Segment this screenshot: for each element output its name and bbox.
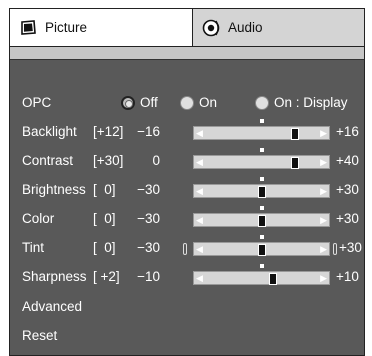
speaker-icon [202, 19, 220, 37]
opc-off-label: Off [140, 95, 158, 110]
left-arrow-icon: ◀ [196, 244, 203, 254]
color-slider[interactable]: ◀ ▶ [193, 206, 330, 227]
tint-slider[interactable]: ◀ ▶ [193, 235, 330, 256]
center-mark [259, 264, 264, 268]
menu-item-advanced[interactable]: Advanced [10, 296, 364, 318]
sharpness-label: Sharpness [22, 269, 87, 284]
brightness-slider[interactable]: ◀ ▶ [193, 177, 330, 198]
backlight-max: +16 [336, 124, 359, 139]
tint-row: Tint [ 0] −30 ◀ ▶ +30 [10, 235, 364, 259]
contrast-row: Contrast [+30] 0 ◀ ▶ +40 [10, 148, 364, 172]
menu-item-reset[interactable]: Reset [10, 325, 364, 347]
reset-label: Reset [22, 328, 58, 343]
tv-icon [19, 19, 37, 37]
center-mark [259, 148, 264, 152]
right-arrow-icon: ▶ [320, 186, 327, 196]
backlight-slider[interactable]: ◀ ▶ [193, 119, 330, 140]
right-arrow-icon: ▶ [320, 128, 327, 138]
center-mark [259, 177, 264, 181]
picture-settings-menu: Picture Audio OPC Off On On : Display Ba… [9, 8, 365, 356]
left-arrow-icon: ◀ [196, 157, 203, 167]
opc-off-radio[interactable]: Off [121, 95, 158, 110]
color-preset: [ 0] [93, 211, 116, 226]
opc-label: OPC [22, 95, 52, 110]
radio-unselected-icon [180, 95, 194, 110]
backlight-row: Backlight [+12] −16 ◀ ▶ +16 [10, 119, 364, 143]
tab-picture[interactable]: Picture [10, 9, 193, 46]
center-mark [259, 119, 264, 123]
sharpness-preset: [ +2] [93, 269, 120, 284]
radio-selected-icon [121, 95, 135, 110]
color-max: +30 [336, 211, 359, 226]
contrast-preset: [+30] [93, 153, 124, 168]
right-arrow-icon: ▶ [320, 244, 327, 254]
backlight-preset: [+12] [93, 124, 124, 139]
opc-on-display-label: On : Display [274, 95, 348, 110]
brightness-preset: [ 0] [93, 182, 116, 197]
opc-on-display-radio[interactable]: On : Display [255, 95, 348, 110]
right-arrow-icon: ▶ [320, 157, 327, 167]
brightness-label: Brightness [22, 182, 86, 197]
right-arrow-icon: ▶ [320, 215, 327, 225]
backlight-value: −16 [137, 124, 160, 139]
sharpness-max: +10 [336, 269, 359, 284]
tint-preset: [ 0] [93, 240, 116, 255]
color-label: Color [22, 211, 55, 226]
contrast-slider[interactable]: ◀ ▶ [193, 148, 330, 169]
opc-on-label: On [199, 95, 218, 110]
opc-row: OPC Off On On : Display [10, 92, 364, 114]
tint-right-marker-icon [333, 243, 337, 255]
slider-thumb[interactable] [257, 244, 266, 256]
contrast-label: Contrast [22, 153, 74, 168]
contrast-value: 0 [152, 153, 160, 168]
tint-value: −30 [137, 240, 160, 255]
sharpness-value: −10 [137, 269, 160, 284]
brightness-row: Brightness [ 0] −30 ◀ ▶ +30 [10, 177, 364, 201]
left-arrow-icon: ◀ [196, 215, 203, 225]
radio-unselected-icon [255, 95, 269, 110]
slider-thumb[interactable] [257, 186, 266, 198]
tint-max: +30 [339, 240, 362, 255]
advanced-label: Advanced [22, 299, 83, 314]
slider-thumb[interactable] [291, 157, 300, 169]
color-value: −30 [137, 211, 160, 226]
tab-audio-label: Audio [228, 20, 263, 35]
contrast-max: +40 [336, 153, 359, 168]
slider-thumb[interactable] [268, 273, 277, 285]
left-arrow-icon: ◀ [196, 128, 203, 138]
header-strip [10, 46, 364, 60]
left-arrow-icon: ◀ [196, 186, 203, 196]
brightness-max: +30 [336, 182, 359, 197]
left-arrow-icon: ◀ [196, 273, 203, 283]
center-mark [259, 206, 264, 210]
sharpness-row: Sharpness [ +2] −10 ◀ ▶ +10 [10, 264, 364, 288]
tab-picture-label: Picture [45, 20, 88, 35]
tint-label: Tint [22, 240, 45, 255]
tint-left-marker-icon [183, 243, 187, 255]
slider-thumb[interactable] [291, 128, 300, 140]
slider-thumb[interactable] [257, 215, 266, 227]
tab-audio[interactable]: Audio [193, 9, 364, 46]
brightness-value: −30 [137, 182, 160, 197]
sharpness-slider[interactable]: ◀ ▶ [193, 264, 330, 285]
opc-on-radio[interactable]: On [180, 95, 217, 110]
center-mark [259, 235, 264, 239]
color-row: Color [ 0] −30 ◀ ▶ +30 [10, 206, 364, 230]
right-arrow-icon: ▶ [320, 273, 327, 283]
backlight-label: Backlight [22, 124, 77, 139]
